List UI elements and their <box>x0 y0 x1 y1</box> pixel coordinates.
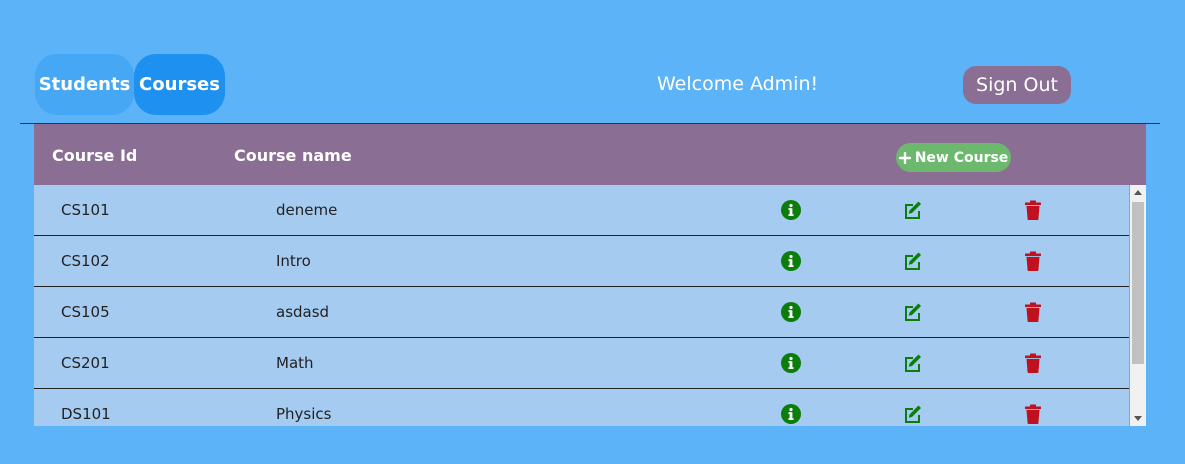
info-icon[interactable] <box>780 301 802 323</box>
info-icon[interactable] <box>780 199 802 221</box>
course-id-cell: DS101 <box>61 405 111 423</box>
trash-icon[interactable] <box>1022 199 1044 221</box>
course-id-cell: CS101 <box>61 201 110 219</box>
edit-icon[interactable] <box>901 199 923 221</box>
course-id-cell: CS102 <box>61 252 110 270</box>
course-id-cell: CS105 <box>61 303 110 321</box>
table-body[interactable]: DS101 Physics CS201 Math CS105 asdasd CS102 Int… <box>34 185 1146 426</box>
course-id-cell: CS201 <box>61 354 110 372</box>
trash-icon[interactable] <box>1022 403 1044 425</box>
welcome-message: Welcome Admin! <box>657 73 819 95</box>
table-row: DS101 Physics <box>34 389 1129 426</box>
table-row: CS201 Math <box>34 338 1129 389</box>
course-name-cell: Math <box>276 354 314 372</box>
scroll-thumb[interactable] <box>1132 202 1144 364</box>
scroll-up-arrow[interactable] <box>1134 190 1142 195</box>
edit-icon[interactable] <box>901 403 923 425</box>
trash-icon[interactable] <box>1022 250 1044 272</box>
edit-icon[interactable] <box>901 250 923 272</box>
new-course-button[interactable]: New Course <box>896 143 1011 172</box>
trash-icon[interactable] <box>1022 301 1044 323</box>
info-icon[interactable] <box>780 403 802 425</box>
courses-table: Course Id Course name New Course DS101 Ph… <box>34 124 1146 426</box>
course-name-cell: Physics <box>276 405 332 423</box>
edit-icon[interactable] <box>901 301 923 323</box>
column-header-course-id: Course Id <box>52 146 138 165</box>
scrollbar[interactable] <box>1130 185 1146 426</box>
column-header-course-name: Course name <box>234 146 352 165</box>
table-row: CS101 deneme <box>34 185 1129 236</box>
new-course-label: New Course <box>914 149 1009 166</box>
plus-icon <box>898 151 911 164</box>
nav-tabs: Students Courses <box>35 54 225 115</box>
course-name-cell: deneme <box>276 201 338 219</box>
trash-icon[interactable] <box>1022 352 1044 374</box>
tab-courses[interactable]: Courses <box>134 54 225 115</box>
course-name-cell: asdasd <box>276 303 330 321</box>
table-row: CS105 asdasd <box>34 287 1129 338</box>
info-icon[interactable] <box>780 352 802 374</box>
edit-icon[interactable] <box>901 352 923 374</box>
table-header: Course Id Course name New Course <box>34 124 1146 185</box>
scroll-down-arrow[interactable] <box>1134 416 1142 421</box>
table-row: CS102 Intro <box>34 236 1129 287</box>
course-name-cell: Intro <box>276 252 311 270</box>
sign-out-button[interactable]: Sign Out <box>963 66 1071 104</box>
info-icon[interactable] <box>780 250 802 272</box>
tab-students[interactable]: Students <box>35 54 134 115</box>
